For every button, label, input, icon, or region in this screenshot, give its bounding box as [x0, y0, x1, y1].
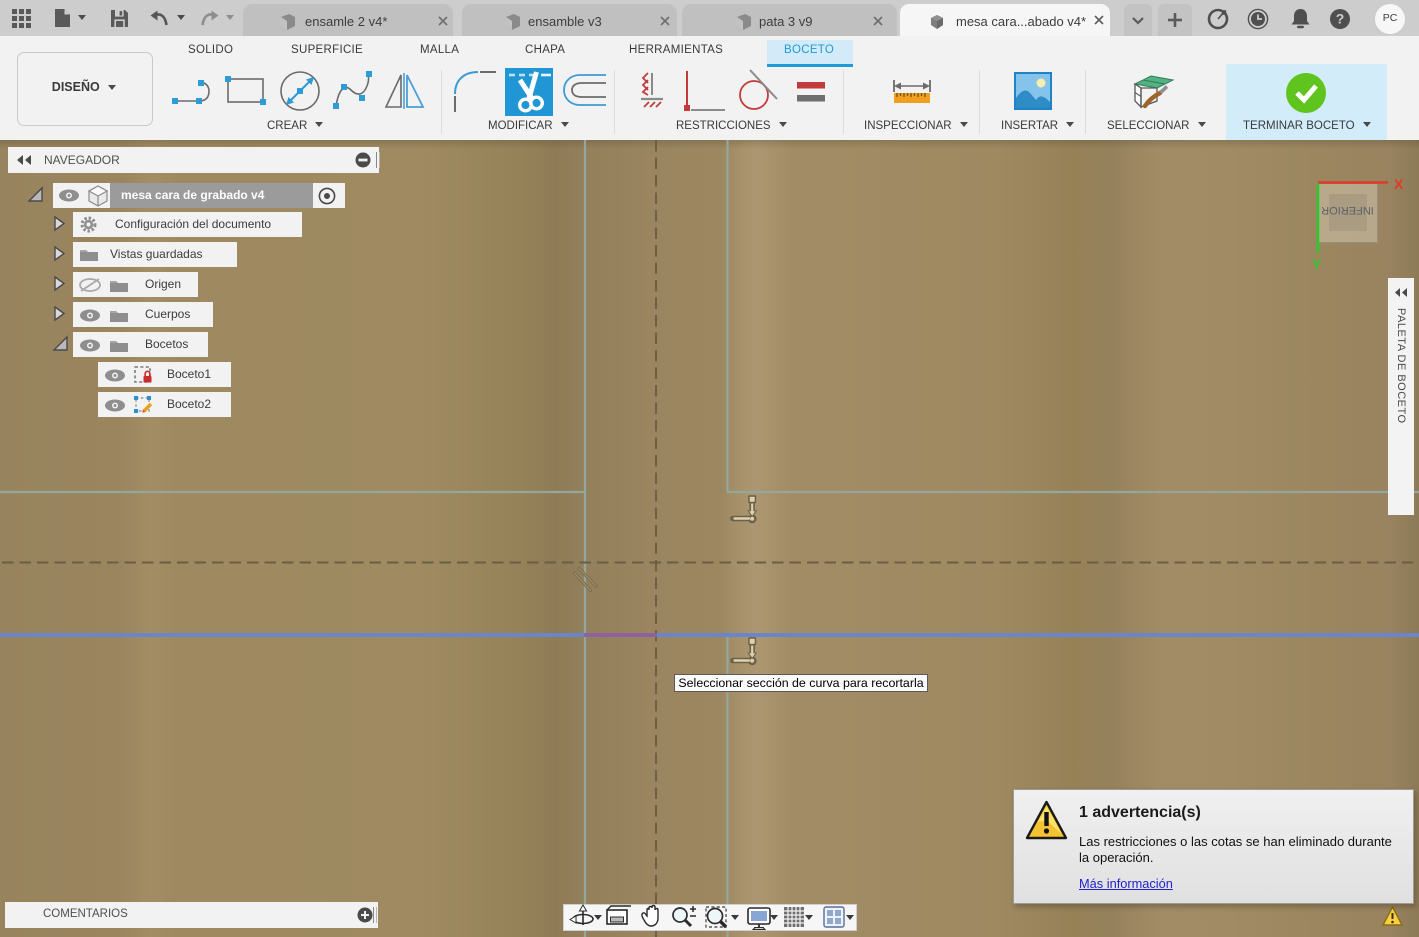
svg-text:?: ? — [1336, 11, 1345, 27]
svg-text:X: X — [1394, 176, 1404, 192]
svg-text:Y: Y — [1312, 256, 1322, 272]
